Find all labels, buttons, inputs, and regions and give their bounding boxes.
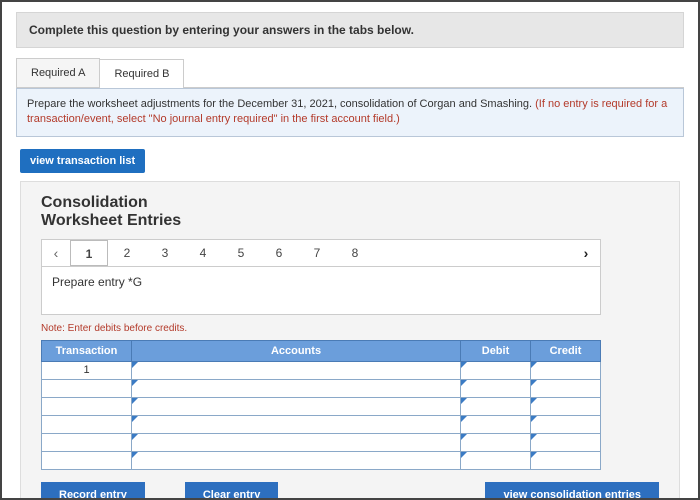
- pager-page-6[interactable]: 6: [260, 246, 298, 260]
- col-header-transaction: Transaction: [42, 340, 132, 361]
- col-header-accounts: Accounts: [132, 340, 461, 361]
- cell-account[interactable]: [132, 415, 461, 433]
- worksheet-panel: Consolidation Worksheet Entries ‹ 1 2 3 …: [20, 181, 680, 500]
- instruction-text: Complete this question by entering your …: [29, 23, 414, 37]
- cell-credit[interactable]: [531, 361, 601, 379]
- note-text: Note: Enter debits before credits.: [41, 323, 659, 334]
- col-header-debit: Debit: [461, 340, 531, 361]
- cell-debit[interactable]: [461, 397, 531, 415]
- cell-account[interactable]: [132, 433, 461, 451]
- cell-transaction: 1: [42, 361, 132, 379]
- pager-page-5[interactable]: 5: [222, 246, 260, 260]
- pager-page-2[interactable]: 2: [108, 246, 146, 260]
- pager-page-4[interactable]: 4: [184, 246, 222, 260]
- table-row: [42, 397, 601, 415]
- cell-transaction: [42, 433, 132, 451]
- clear-entry-button[interactable]: Clear entry: [185, 482, 278, 500]
- cell-account[interactable]: [132, 361, 461, 379]
- pager-page-3[interactable]: 3: [146, 246, 184, 260]
- journal-entry-table: Transaction Accounts Debit Credit 1: [41, 340, 601, 470]
- journal-entry-body: 1: [42, 361, 601, 469]
- cell-debit[interactable]: [461, 451, 531, 469]
- button-row: Record entry Clear entry view consolidat…: [41, 482, 659, 500]
- view-consolidation-entries-button[interactable]: view consolidation entries: [485, 482, 659, 500]
- table-row: [42, 433, 601, 451]
- table-row: [42, 379, 601, 397]
- pager-next[interactable]: ›: [572, 245, 600, 261]
- cell-credit[interactable]: [531, 433, 601, 451]
- instruction-bar: Complete this question by entering your …: [16, 12, 684, 48]
- worksheet-title-line2: Worksheet Entries: [41, 212, 659, 230]
- pager-page-8[interactable]: 8: [336, 246, 374, 260]
- cell-debit[interactable]: [461, 415, 531, 433]
- cell-credit[interactable]: [531, 415, 601, 433]
- worksheet-title-line1: Consolidation: [41, 194, 659, 212]
- cell-debit[interactable]: [461, 379, 531, 397]
- record-entry-button[interactable]: Record entry: [41, 482, 145, 500]
- cell-transaction: [42, 397, 132, 415]
- view-transaction-list-button[interactable]: view transaction list: [20, 149, 145, 173]
- app-frame: { "instruction": "Complete this question…: [0, 0, 700, 500]
- worksheet-title: Consolidation Worksheet Entries: [41, 194, 659, 231]
- entry-description: Prepare entry *G: [41, 267, 601, 315]
- cell-transaction: [42, 379, 132, 397]
- cell-credit[interactable]: [531, 379, 601, 397]
- tab-required-a[interactable]: Required A: [16, 58, 100, 87]
- cell-account[interactable]: [132, 379, 461, 397]
- cell-transaction: [42, 451, 132, 469]
- table-row: [42, 451, 601, 469]
- table-row: [42, 415, 601, 433]
- cell-credit[interactable]: [531, 451, 601, 469]
- pager: ‹ 1 2 3 4 5 6 7 8 ›: [41, 239, 601, 267]
- tabs-row: Required A Required B: [16, 58, 684, 88]
- cell-credit[interactable]: [531, 397, 601, 415]
- cell-transaction: [42, 415, 132, 433]
- pager-prev[interactable]: ‹: [42, 245, 70, 261]
- cell-debit[interactable]: [461, 433, 531, 451]
- cell-account[interactable]: [132, 451, 461, 469]
- tab-required-b[interactable]: Required B: [99, 59, 184, 88]
- cell-account[interactable]: [132, 397, 461, 415]
- pager-page-1[interactable]: 1: [70, 240, 108, 266]
- table-row: 1: [42, 361, 601, 379]
- prompt-text: Prepare the worksheet adjustments for th…: [27, 98, 535, 110]
- entry-description-text: Prepare entry *G: [52, 275, 142, 289]
- prompt-box: Prepare the worksheet adjustments for th…: [16, 88, 684, 137]
- cell-debit[interactable]: [461, 361, 531, 379]
- pager-page-7[interactable]: 7: [298, 246, 336, 260]
- col-header-credit: Credit: [531, 340, 601, 361]
